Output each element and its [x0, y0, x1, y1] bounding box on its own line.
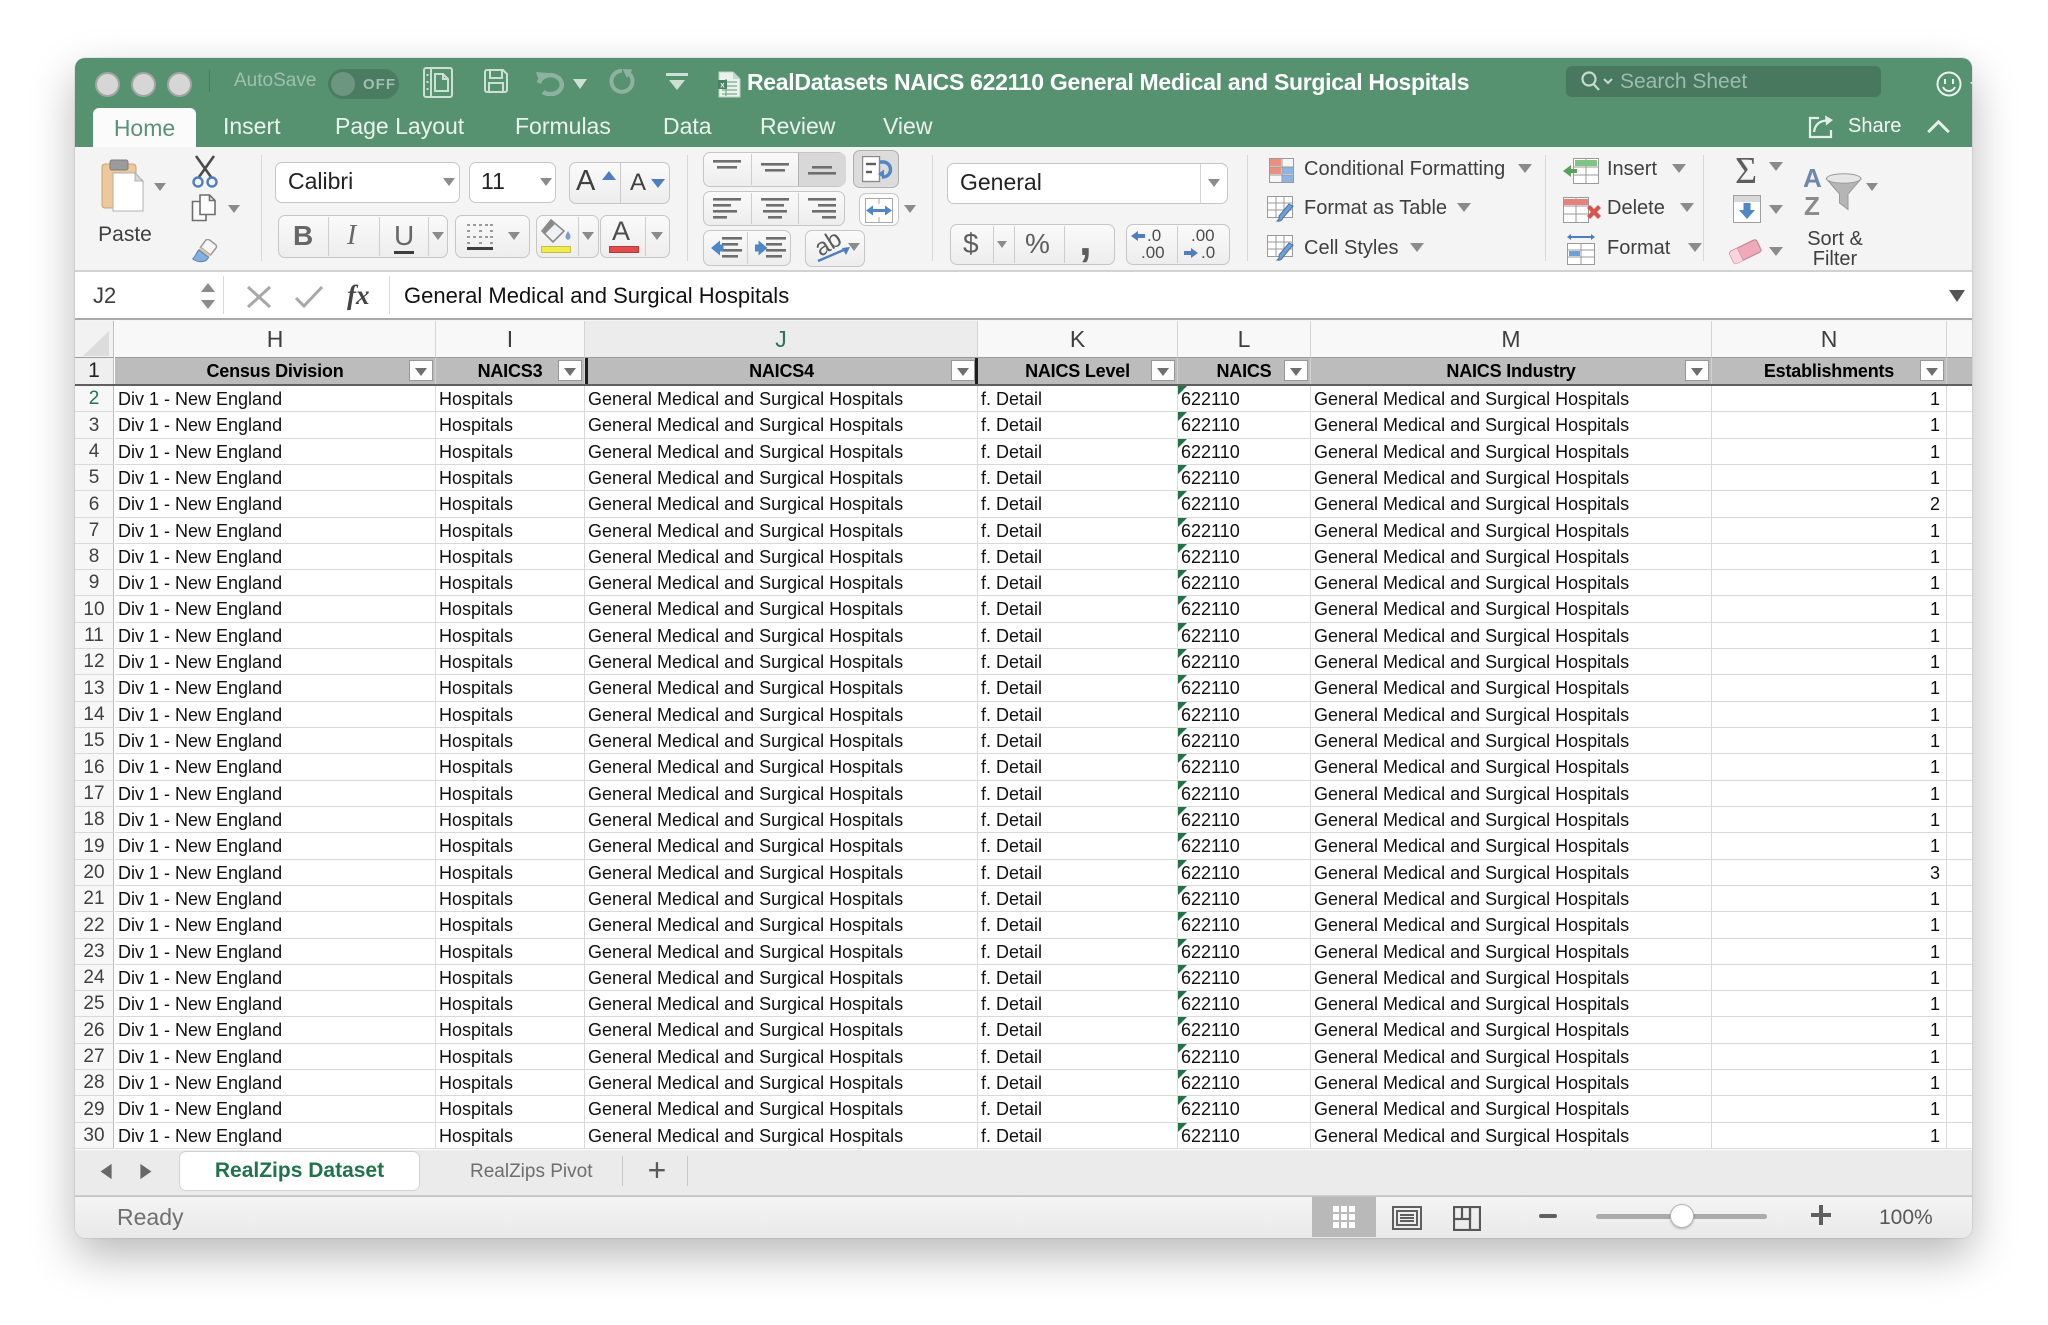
svg-text:x: x: [720, 81, 725, 90]
